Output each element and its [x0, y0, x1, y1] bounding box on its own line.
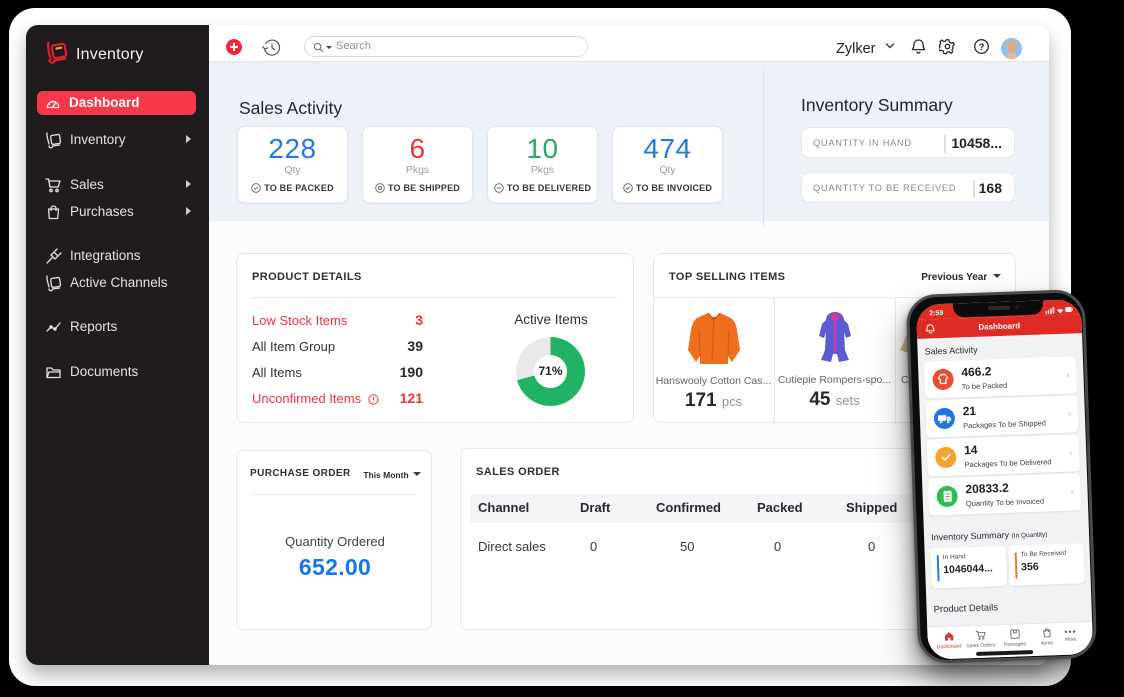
svg-text:?: ?: [979, 42, 985, 53]
